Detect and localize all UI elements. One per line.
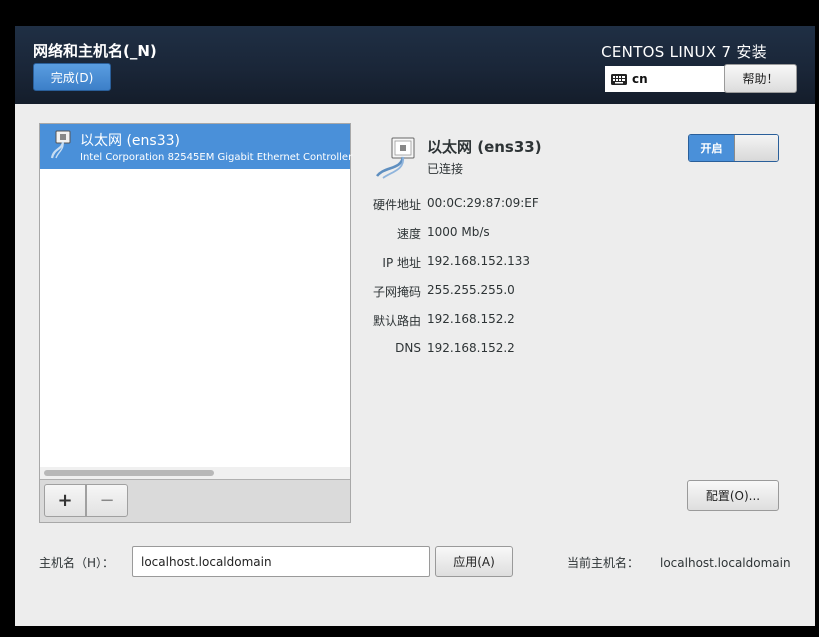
property-label: IP 地址 [382,256,421,270]
header-bar: 网络和主机名(_N) 完成(D) CENTOS LINUX 7 安装 cn 帮助… [15,26,815,104]
property-row-hardware-address: 硬件地址 00:0C:29:87:09:EF [355,196,655,214]
connection-toggle-switch[interactable]: 开启 [688,134,779,162]
toggle-on-label: 开启 [689,135,734,161]
product-title: CENTOS LINUX 7 安装 [601,43,767,61]
toggle-knob[interactable] [734,135,778,161]
add-connection-button[interactable]: + [44,484,86,517]
configure-button[interactable]: 配置(O)... [687,480,779,511]
property-label: 速度 [396,227,421,241]
connection-item-ens33[interactable]: 以太网 (ens33) Intel Corporation 82545EM Gi… [40,124,353,169]
property-row-dns: DNS 192.168.152.2 [355,341,655,359]
property-row-subnet-mask: 子网掩码 255.255.255.0 [355,283,655,301]
property-value: 255.255.255.0 [427,283,515,297]
keyboard-layout-indicator[interactable]: cn [605,66,725,92]
done-button[interactable]: 完成(D) [33,63,111,91]
property-value: 00:0C:29:87:09:EF [427,196,539,210]
property-label: 子网掩码 [372,285,421,299]
connection-list: 以太网 (ens33) Intel Corporation 82545EM Gi… [39,123,353,523]
property-label: 硬件地址 [372,198,421,212]
keyboard-layout-label: cn [632,72,648,86]
property-label: 默认路由 [372,314,421,328]
property-row-default-route: 默认路由 192.168.152.2 [355,312,655,330]
property-value: 192.168.152.2 [427,312,515,326]
property-value: 192.168.152.2 [427,341,515,355]
connection-status: 已连接 [427,162,464,176]
ethernet-cable-icon [375,136,425,180]
hostname-label: 主机名（H）： [39,556,115,570]
property-value: 192.168.152.133 [427,254,531,268]
scrollbar-thumb[interactable] [44,470,214,476]
current-hostname-label: 当前主机名： [567,556,640,570]
device-name: 以太网 (ens33) [427,138,542,156]
ethernet-cable-icon [50,130,72,160]
help-button[interactable]: 帮助！ [724,64,797,93]
connection-item-name: 以太网 (ens33) [80,133,180,149]
hostname-input[interactable] [132,546,430,577]
apply-button[interactable]: 应用(A) [435,546,513,577]
keyboard-icon [611,73,627,85]
current-hostname-value: localhost.localdomain [660,556,791,570]
horizontal-scrollbar[interactable] [40,467,350,479]
list-toolbar: + − [40,479,350,522]
property-row-ip-address: IP 地址 192.168.152.133 [355,254,655,272]
network-hostname-window: 网络和主机名(_N) 完成(D) CENTOS LINUX 7 安装 cn 帮助… [15,26,815,626]
page-title: 网络和主机名(_N) [33,42,157,60]
property-label: DNS [395,341,421,355]
remove-connection-button[interactable]: − [86,484,128,517]
property-value: 1000 Mb/s [427,225,490,239]
connection-item-description: Intel Corporation 82545EM Gigabit Ethern… [80,152,353,163]
property-row-speed: 速度 1000 Mb/s [355,225,655,243]
